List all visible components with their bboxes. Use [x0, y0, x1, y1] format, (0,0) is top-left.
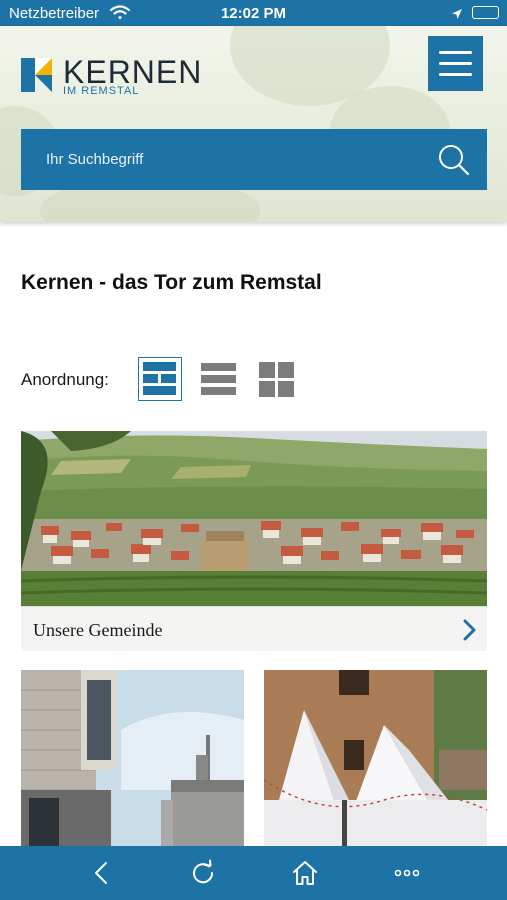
logo-mark-icon [21, 58, 52, 92]
layout-list-button[interactable] [197, 357, 241, 401]
layout-list-icon [201, 363, 236, 395]
featured-card[interactable]: Unsere Gemeinde [21, 431, 487, 651]
back-icon[interactable] [88, 859, 116, 887]
tile-building[interactable] [21, 670, 244, 850]
arrangement-label: Anordnung: [21, 370, 109, 389]
home-icon[interactable] [291, 859, 319, 887]
tile-market[interactable] [264, 670, 487, 850]
layout-featured-icon [143, 362, 176, 395]
page-title: Kernen - das Tor zum Remstal [21, 271, 322, 294]
building-photo [21, 670, 244, 850]
hamburger-icon [439, 51, 472, 54]
location-arrow-icon [451, 7, 463, 25]
card-caption[interactable]: Unsere Gemeinde [21, 606, 487, 651]
status-bar: Netzbetreiber 12:02 PM [0, 0, 507, 26]
layout-grid-button[interactable] [255, 357, 299, 401]
market-tents-photo [264, 670, 487, 850]
layout-featured-button[interactable] [138, 357, 182, 401]
reload-icon[interactable] [189, 859, 217, 887]
village-photo [21, 431, 487, 606]
layout-grid-icon [259, 362, 294, 397]
chevron-right-icon [462, 618, 478, 647]
menu-button[interactable] [428, 36, 483, 91]
search-input[interactable]: Ihr Suchbegriff [46, 151, 143, 168]
arrangement-selector: Anordnung: [21, 357, 321, 401]
app-header: KERNEN IM REMSTAL Ihr Suchbegriff [0, 26, 507, 222]
logo-subtitle: IM REMSTAL [63, 85, 140, 97]
search-bar[interactable]: Ihr Suchbegriff [21, 129, 487, 190]
card-title: Unsere Gemeinde [33, 620, 163, 640]
more-icon[interactable] [393, 859, 421, 887]
bottom-toolbar [0, 846, 507, 900]
clock: 12:02 PM [220, 5, 287, 22]
battery-icon [472, 6, 499, 19]
search-icon[interactable] [438, 144, 470, 181]
